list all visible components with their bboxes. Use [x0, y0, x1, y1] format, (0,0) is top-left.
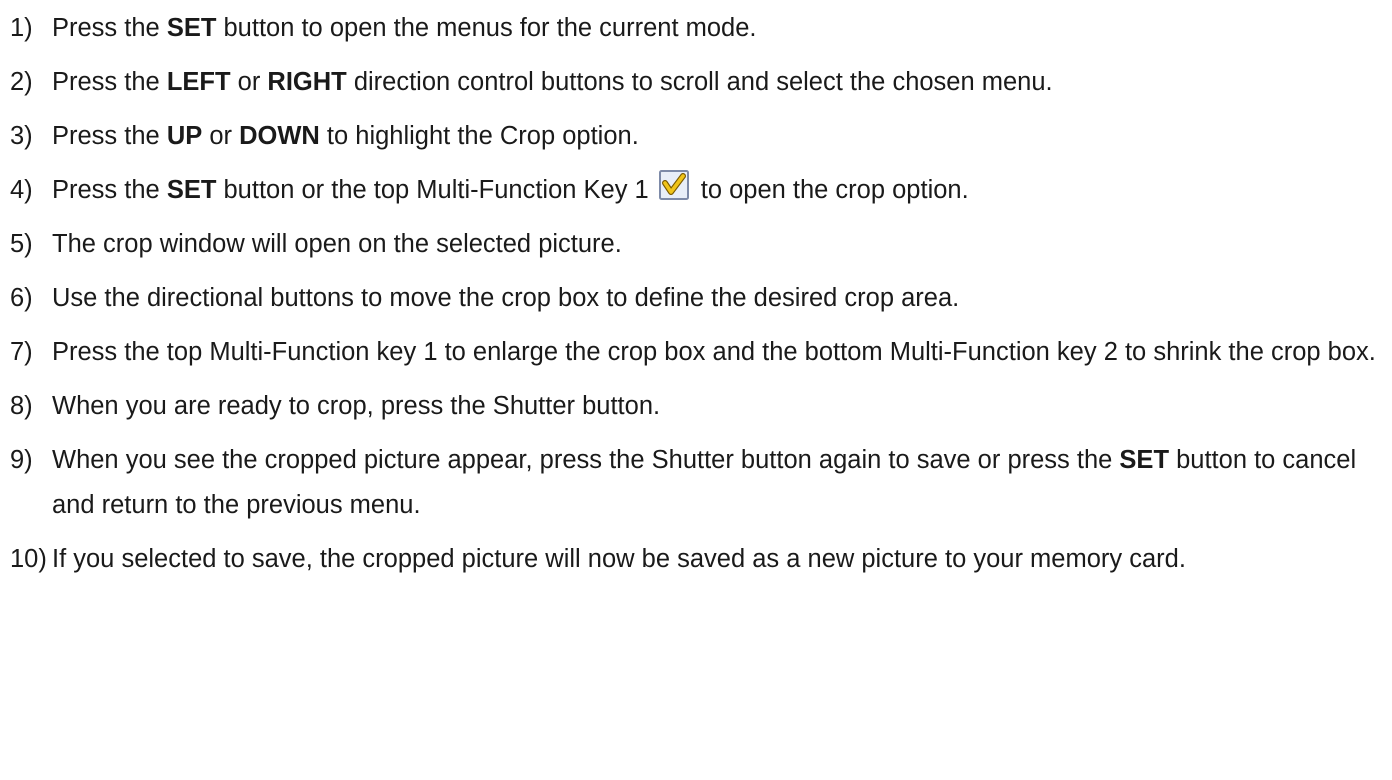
- step-item: 5) The crop window will open on the selec…: [10, 222, 1388, 267]
- text-run: button or the top Multi-Function Key 1: [216, 176, 649, 204]
- bold-keyword: SET: [166, 176, 217, 204]
- text-run: Press the top Multi-Function key 1 to en…: [52, 338, 1376, 366]
- text-run: Use the directional buttons to move the …: [52, 284, 960, 312]
- bold-keyword: UP: [166, 122, 203, 150]
- text-run: Press the: [52, 14, 167, 42]
- text-run: When you see the cropped picture appear,…: [52, 446, 1120, 474]
- text-run: button to open the menus for the current…: [216, 14, 757, 42]
- instruction-list: 1) Press the SET button to open the menus…: [10, 6, 1388, 591]
- text-run: or: [230, 68, 268, 96]
- step-text: The crop window will open on the selecte…: [52, 222, 1388, 267]
- step-number: 8): [10, 392, 33, 420]
- step-number: 10): [10, 545, 47, 573]
- step-number: 1): [10, 14, 33, 42]
- text-run: to highlight the Crop option.: [319, 122, 639, 150]
- bold-keyword: RIGHT: [267, 68, 347, 96]
- step-number: 3): [10, 122, 33, 150]
- step-item: 8) When you are ready to crop, press the …: [10, 384, 1388, 429]
- text-run: The crop window will open on the selecte…: [52, 230, 622, 258]
- step-item: 1) Press the SET button to open the menus…: [10, 6, 1388, 51]
- step-number: 4): [10, 176, 33, 204]
- step-text: Press the UP or DOWN to highlight the Cr…: [52, 114, 1388, 159]
- step-item: 3) Press the UP or DOWN to highlight the …: [10, 114, 1388, 159]
- step-item: 7) Press the top Multi-Function key 1 to …: [10, 330, 1388, 375]
- text-run: If you selected to save, the cropped pic…: [52, 545, 1186, 573]
- step-text: Press the SET button to open the menus f…: [52, 6, 1388, 51]
- step-text: If you selected to save, the cropped pic…: [52, 537, 1388, 582]
- step-number: 2): [10, 68, 33, 96]
- step-text: When you are ready to crop, press the Sh…: [52, 384, 1388, 429]
- text-run: Press the: [52, 176, 167, 204]
- text-run: to open the crop option.: [700, 176, 969, 204]
- bold-keyword: SET: [1119, 446, 1170, 474]
- step-item: 9) When you see the cropped picture appea…: [10, 438, 1388, 528]
- bold-keyword: LEFT: [166, 68, 231, 96]
- step-text: Press the top Multi-Function key 1 to en…: [52, 330, 1388, 375]
- step-text: Press the SET button or the top Multi-Fu…: [52, 168, 1388, 213]
- step-text: Press the LEFT or RIGHT direction contro…: [52, 60, 1388, 105]
- step-number: 5): [10, 230, 33, 258]
- step-item: 10) If you selected to save, the cropped …: [10, 537, 1388, 582]
- step-number: 9): [10, 446, 33, 474]
- text-run: Press the: [52, 122, 167, 150]
- step-item: 2) Press the LEFT or RIGHT direction cont…: [10, 60, 1388, 105]
- step-number: 6): [10, 284, 33, 312]
- step-text: Use the directional buttons to move the …: [52, 276, 1388, 321]
- step-item: 4) Press the SET button or the top Multi-…: [10, 168, 1388, 213]
- text-run: When you are ready to crop, press the Sh…: [52, 392, 661, 420]
- text-run: or: [202, 122, 240, 150]
- step-text: When you see the cropped picture appear,…: [52, 438, 1388, 528]
- step-item: 6) Use the directional buttons to move th…: [10, 276, 1388, 321]
- text-run: Press the: [52, 68, 167, 96]
- checkmark-key-icon: [658, 170, 689, 200]
- bold-keyword: SET: [166, 14, 217, 42]
- text-run: direction control buttons to scroll and …: [346, 68, 1053, 96]
- step-number: 7): [10, 338, 33, 366]
- bold-keyword: DOWN: [239, 122, 320, 150]
